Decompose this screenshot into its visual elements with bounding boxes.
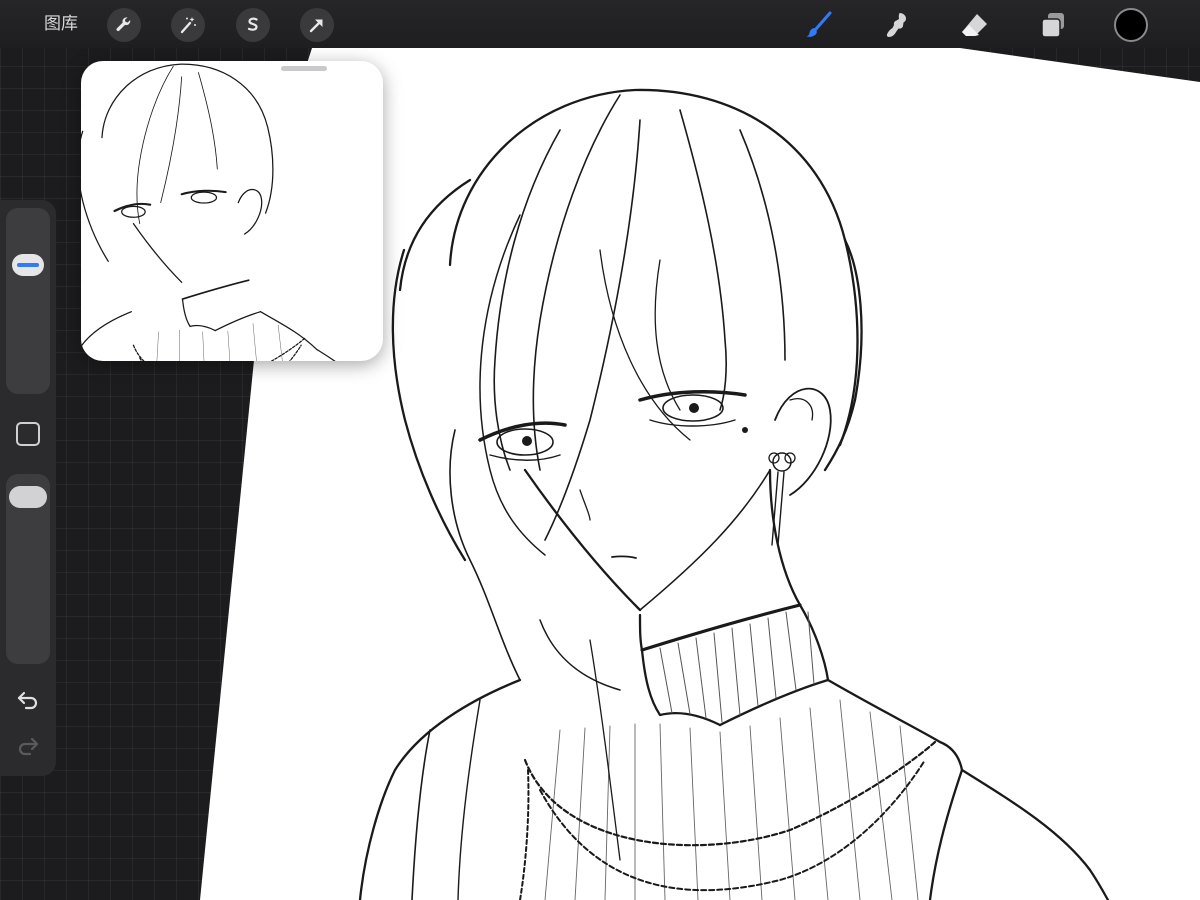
magic-wand-icon bbox=[180, 17, 196, 34]
procreate-workspace: 图库 bbox=[0, 0, 1200, 900]
move-arrow-icon bbox=[309, 19, 323, 33]
brush-opacity-slider[interactable] bbox=[6, 474, 50, 664]
brush-icon bbox=[806, 11, 832, 37]
brush-size-slider[interactable] bbox=[6, 208, 50, 394]
adjustments-button[interactable] bbox=[171, 8, 205, 42]
brush-size-thumb[interactable] bbox=[12, 254, 44, 276]
wrench-icon bbox=[116, 17, 131, 32]
redo-icon bbox=[18, 737, 39, 756]
reference-window[interactable] bbox=[81, 61, 383, 361]
reference-thumbnail bbox=[81, 63, 336, 361]
smudge-tool-button[interactable] bbox=[878, 6, 916, 44]
undo-icon bbox=[17, 691, 38, 710]
brush-opacity-thumb[interactable] bbox=[9, 486, 47, 508]
brush-size-indicator bbox=[17, 263, 39, 267]
reference-grabber-handle[interactable] bbox=[281, 66, 327, 71]
top-toolbar: 图库 bbox=[0, 0, 1200, 48]
actions-button[interactable] bbox=[107, 8, 141, 42]
undo-button[interactable] bbox=[14, 686, 42, 714]
transform-button[interactable] bbox=[300, 8, 334, 42]
brush-tool-button[interactable] bbox=[800, 6, 838, 44]
smudge-icon bbox=[886, 13, 906, 37]
gallery-button[interactable]: 图库 bbox=[44, 11, 78, 37]
redo-button[interactable] bbox=[14, 732, 42, 760]
selection-button[interactable] bbox=[236, 8, 270, 42]
eraser-tool-button[interactable] bbox=[956, 6, 994, 44]
selection-icon bbox=[247, 17, 258, 31]
left-sidebar bbox=[0, 200, 56, 776]
layers-button[interactable] bbox=[1034, 6, 1072, 44]
modifier-button[interactable] bbox=[16, 422, 40, 446]
color-picker-button[interactable] bbox=[1114, 8, 1148, 42]
layers-icon bbox=[1041, 13, 1064, 38]
eraser-icon bbox=[962, 14, 987, 36]
